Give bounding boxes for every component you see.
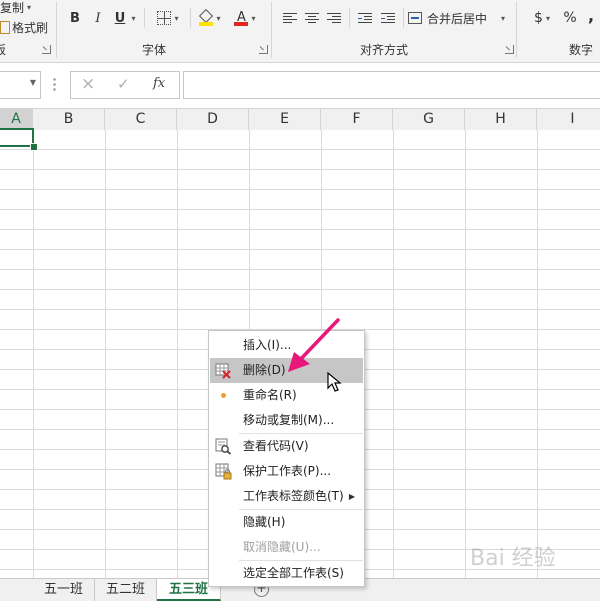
underline-dropdown[interactable]: ▾ [127, 7, 137, 29]
clipboard-launcher-icon[interactable] [42, 45, 51, 54]
dot-icon [221, 393, 226, 398]
formula-input[interactable] [183, 71, 600, 99]
divider [403, 8, 404, 28]
number-group-label: 数字 [569, 43, 594, 57]
annotation-arrow-icon [288, 318, 340, 372]
font-color-icon: A [234, 10, 249, 26]
column-header-d[interactable]: D [177, 109, 249, 130]
borders-icon [157, 11, 172, 25]
column-headers: ABCDEFGHI [0, 108, 600, 131]
alignment-group-label: 对齐方式 [360, 43, 409, 57]
chevron-down-icon: ▾ [545, 13, 550, 23]
underline-button[interactable]: U [112, 7, 128, 29]
alignment-launcher-icon[interactable] [505, 45, 514, 54]
insert-function-icon[interactable]: fx [153, 76, 165, 91]
chevron-down-icon: ▾ [174, 13, 179, 23]
cancel-icon[interactable]: × [81, 74, 95, 94]
increase-indent-button[interactable] [378, 7, 398, 29]
menu-item-label: 查看代码(V) [243, 439, 309, 453]
column-header-e[interactable]: E [249, 109, 321, 130]
merge-center-icon [408, 12, 422, 24]
watermark: Bai 经验 [470, 546, 556, 571]
name-box[interactable]: ▼ [0, 71, 41, 99]
currency-button[interactable]: $ ▾ [528, 7, 556, 29]
column-header-g[interactable]: G [393, 109, 465, 130]
decrease-indent-icon [358, 12, 372, 24]
currency-icon: $ [534, 10, 543, 26]
chevron-down-icon: ▾ [216, 13, 221, 23]
menu-item-label: 移动或复制(M)... [243, 413, 335, 427]
divider [144, 8, 145, 28]
column-header-f[interactable]: F [321, 109, 393, 130]
menu-item-label: 选定全部工作表(S) [243, 566, 344, 580]
menu-item-label: 隐藏(H) [243, 515, 286, 529]
column-header-a[interactable]: A [0, 109, 33, 130]
delete-sheet-icon [215, 362, 232, 379]
divider [349, 8, 350, 28]
comma-style-button[interactable]: , [584, 4, 598, 26]
chevron-down-icon: ▾ [131, 13, 136, 23]
chevron-down-icon: ▾ [501, 13, 506, 23]
align-right-icon [327, 12, 341, 24]
chevron-down-icon: ▾ [251, 13, 256, 23]
menu-item-label: 工作表标签颜色(T) [243, 489, 344, 503]
italic-button[interactable]: I [89, 7, 107, 29]
column-header-b[interactable]: B [33, 109, 105, 130]
formula-buttons: × ✓ fx [70, 71, 180, 99]
menu-item-protect-sheet[interactable]: 保护工作表(P)... [210, 459, 363, 484]
font-launcher-icon[interactable] [259, 45, 268, 54]
sheet-tab-1[interactable]: 五一班 [33, 579, 95, 601]
merge-center-button[interactable]: 合并后居中 ▾ [408, 7, 508, 29]
column-header-i[interactable]: I [537, 109, 600, 130]
column-header-h[interactable]: H [465, 109, 537, 130]
mouse-cursor-icon [327, 372, 342, 392]
menu-item-label: 重命名(R) [243, 388, 297, 402]
chevron-right-icon: ▶ [348, 492, 355, 501]
font-color-button[interactable]: A ▾ [230, 7, 260, 29]
divider [190, 8, 191, 28]
align-center-button[interactable] [302, 7, 322, 29]
protect-sheet-icon [215, 463, 232, 480]
group-divider [56, 2, 57, 58]
view-code-icon [215, 438, 232, 455]
sheet-tab-2[interactable]: 五二班 [95, 579, 157, 601]
align-center-icon [305, 12, 319, 24]
format-painter-button[interactable]: 格式刷 [0, 16, 54, 38]
ribbon: 复制 ▾ 格式刷 板 B I U ▾ ▾ ▾ A ▾ 字体 合并后居中 ▾ 对齐… [0, 0, 600, 63]
percent-button[interactable]: % [560, 7, 580, 29]
menu-item-hide[interactable]: 隐藏(H) [210, 510, 363, 535]
resize-grip-icon[interactable] [53, 77, 56, 91]
align-right-button[interactable] [324, 7, 344, 29]
formula-bar: ▼ × ✓ fx [0, 63, 600, 108]
merge-center-label: 合并后居中 [427, 11, 488, 26]
copy-label: 复制 [0, 0, 25, 15]
font-group-label: 字体 [142, 43, 167, 57]
clipboard-group-label: 板 [0, 43, 7, 57]
decrease-indent-button[interactable] [355, 7, 375, 29]
format-painter-icon [0, 20, 10, 34]
menu-item-label: 取消隐藏(U)... [243, 540, 321, 554]
align-left-icon [283, 12, 297, 24]
menu-item-select-all-sheets[interactable]: 选定全部工作表(S) [210, 561, 363, 586]
menu-item-label: 保护工作表(P)... [243, 464, 332, 478]
column-header-c[interactable]: C [105, 109, 177, 130]
enter-icon[interactable]: ✓ [117, 75, 130, 93]
active-cell[interactable] [0, 128, 34, 147]
group-divider [271, 2, 272, 58]
menu-item-move-copy[interactable]: 移动或复制(M)... [210, 408, 363, 433]
chevron-down-icon: ▾ [27, 2, 32, 12]
borders-button[interactable]: ▾ [150, 7, 186, 29]
increase-indent-icon [381, 12, 395, 24]
fill-color-button[interactable]: ▾ [195, 7, 225, 29]
menu-item-unhide: 取消隐藏(U)... [210, 535, 363, 560]
bold-button[interactable]: B [66, 7, 84, 29]
fill-bucket-icon [199, 8, 214, 26]
fill-handle[interactable] [30, 143, 38, 151]
menu-item-tab-color[interactable]: 工作表标签颜色(T) ▶ [210, 484, 363, 509]
format-painter-label: 格式刷 [12, 20, 49, 35]
chevron-down-icon[interactable]: ▼ [30, 78, 36, 87]
group-divider [516, 2, 517, 58]
menu-item-view-code[interactable]: 查看代码(V) [210, 434, 363, 459]
align-left-button[interactable] [280, 7, 300, 29]
